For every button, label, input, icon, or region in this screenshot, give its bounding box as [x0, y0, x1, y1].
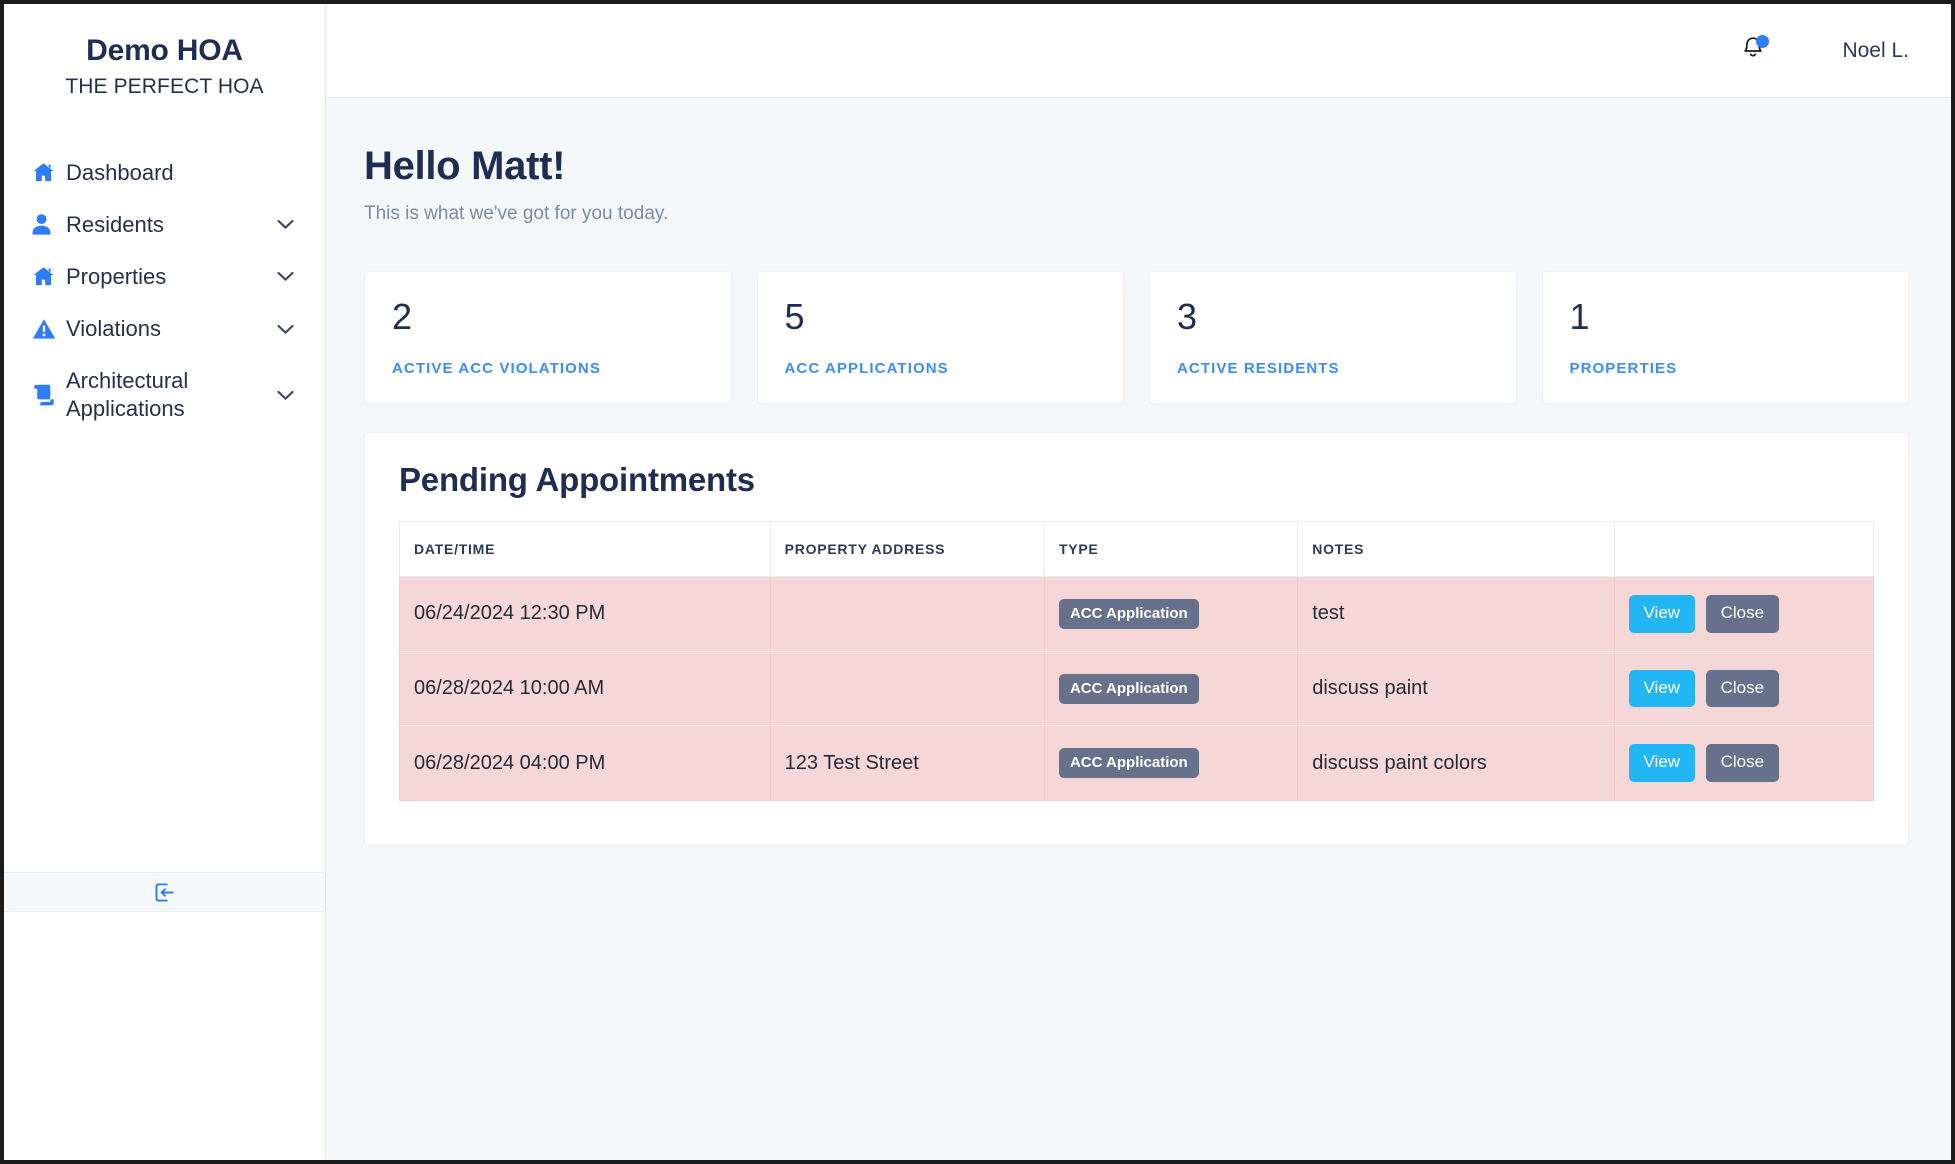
chevron-down-icon[interactable] [273, 219, 297, 230]
stat-label: ACTIVE ACC VIOLATIONS [392, 360, 601, 377]
page-subtitle: This is what we've got for you today. [364, 203, 669, 224]
view-button[interactable]: View [1628, 669, 1696, 708]
brand-title: Demo HOA [86, 34, 243, 67]
cell-type: ACC Application [1043, 576, 1298, 652]
chevron-down-icon[interactable] [273, 324, 297, 335]
sidebar-item-label: Dashboard [66, 159, 174, 185]
cell-actions: View Close [1613, 576, 1875, 652]
table-row: 06/28/2024 04:00 PM 123 Test Street ACC … [399, 725, 1875, 802]
dashboard-content: Hello Matt! This is what we've got for y… [326, 98, 1951, 1160]
stat-card-active-acc-violations[interactable]: 2 ACTIVE ACC VIOLATIONS [364, 271, 732, 404]
cell-notes: test [1297, 576, 1615, 652]
pending-appointments-panel: Pending Appointments DATE/TIME PROPERTY … [364, 432, 1909, 847]
column-header-actions [1613, 521, 1875, 577]
table-body: 06/24/2024 12:30 PM ACC Application test… [399, 576, 1875, 802]
sidebar-item-properties[interactable]: Properties [4, 251, 325, 303]
cell-type: ACC Application [1043, 725, 1298, 802]
stat-card-active-residents[interactable]: 3 ACTIVE RESIDENTS [1149, 271, 1517, 404]
table-head: DATE/TIME PROPERTY ADDRESS TYPE NOTES [399, 521, 1875, 577]
chevron-down-icon[interactable] [273, 271, 297, 282]
cell-datetime: 06/28/2024 10:00 AM [399, 651, 771, 727]
table-header-row: DATE/TIME PROPERTY ADDRESS TYPE NOTES [399, 521, 1875, 577]
sidebar: Demo HOA THE PERFECT HOA Dashboard Resid… [4, 4, 326, 1160]
warning-triangle-icon [32, 318, 62, 340]
close-button[interactable]: Close [1705, 669, 1780, 708]
table-row: 06/28/2024 10:00 AM ACC Application disc… [399, 651, 1875, 727]
stat-label: ACC APPLICATIONS [784, 360, 949, 377]
top-bar: Noel L. [326, 4, 1951, 98]
cell-datetime: 06/24/2024 12:30 PM [399, 576, 771, 652]
column-header-datetime: DATE/TIME [399, 521, 771, 577]
cell-property-address [769, 651, 1045, 727]
stat-value: 1 [1569, 296, 1590, 337]
logout-icon [154, 882, 175, 903]
sidebar-item-dashboard[interactable]: Dashboard [4, 147, 325, 199]
cell-property-address: 123 Test Street [769, 725, 1045, 802]
stat-label: ACTIVE RESIDENTS [1177, 360, 1340, 377]
stat-value: 3 [1177, 296, 1198, 337]
app-window: Demo HOA THE PERFECT HOA Dashboard Resid… [0, 0, 1955, 1164]
brand: Demo HOA THE PERFECT HOA [4, 4, 325, 99]
panel-title: Pending Appointments [399, 461, 755, 498]
stat-card-row: 2 ACTIVE ACC VIOLATIONS 5 ACC APPLICATIO… [364, 271, 1909, 404]
app-root: Demo HOA THE PERFECT HOA Dashboard Resid… [4, 4, 1951, 1160]
sidebar-item-label: Properties [66, 263, 167, 289]
home-icon [32, 265, 62, 288]
column-header-notes: NOTES [1297, 521, 1615, 577]
close-button[interactable]: Close [1705, 595, 1780, 633]
cell-type: ACC Application [1043, 651, 1298, 727]
view-button[interactable]: View [1628, 744, 1696, 783]
cell-property-address [769, 576, 1045, 652]
chevron-down-icon[interactable] [273, 390, 297, 401]
brand-subtitle: THE PERFECT HOA [65, 74, 264, 98]
stat-label: PROPERTIES [1569, 360, 1678, 377]
sidebar-nav: Dashboard Residents Properties Violation… [4, 147, 325, 436]
main-area: Noel L. Hello Matt! This is what we've g… [326, 4, 1951, 1160]
cell-datetime: 06/28/2024 04:00 PM [399, 725, 771, 802]
cell-notes: discuss paint [1297, 651, 1615, 727]
appointments-table: DATE/TIME PROPERTY ADDRESS TYPE NOTES 06… [399, 521, 1875, 802]
status-badge: ACC Application [1058, 673, 1199, 704]
cell-actions: View Close [1613, 725, 1875, 802]
close-button[interactable]: Close [1705, 744, 1780, 783]
user-icon [32, 213, 62, 236]
view-button[interactable]: View [1628, 595, 1696, 633]
sidebar-item-residents[interactable]: Residents [4, 199, 325, 251]
page-title: Hello Matt! [364, 144, 566, 188]
cell-actions: View Close [1613, 651, 1875, 727]
sidebar-item-violations[interactable]: Violations [4, 303, 325, 355]
column-header-property-address: PROPERTY ADDRESS [769, 521, 1045, 577]
logout-button[interactable] [4, 872, 325, 912]
status-badge: ACC Application [1058, 748, 1199, 779]
notifications-button[interactable] [1736, 34, 1770, 68]
notification-badge-dot [1756, 34, 1770, 48]
status-badge: ACC Application [1058, 598, 1199, 629]
column-header-type: TYPE [1043, 521, 1298, 577]
stat-value: 2 [392, 296, 413, 337]
scroll-icon [32, 383, 62, 407]
sidebar-item-label: Violations [66, 315, 161, 341]
stat-value: 5 [784, 296, 805, 337]
stat-card-acc-applications[interactable]: 5 ACC APPLICATIONS [756, 271, 1124, 404]
sidebar-item-label: Residents [66, 211, 164, 237]
user-menu[interactable]: Noel L. [1842, 39, 1909, 63]
sidebar-item-architectural-applications[interactable]: Architectural Applications [4, 355, 325, 435]
cell-notes: discuss paint colors [1297, 725, 1615, 802]
home-icon [32, 161, 62, 184]
table-row: 06/24/2024 12:30 PM ACC Application test… [399, 576, 1875, 652]
sidebar-item-label: Architectural Applications [66, 368, 189, 422]
stat-card-properties[interactable]: 1 PROPERTIES [1541, 271, 1909, 404]
